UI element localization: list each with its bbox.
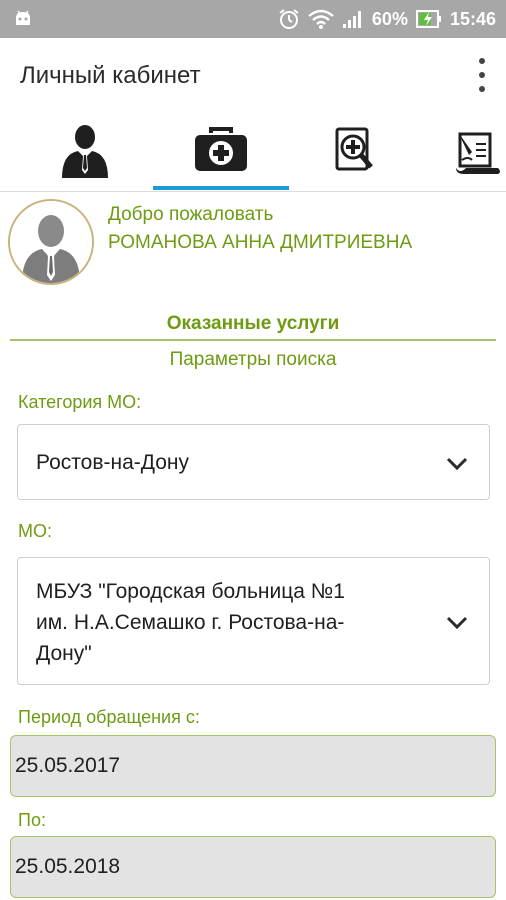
services-title: Оказанные услуги	[166, 313, 340, 334]
mo-value-line-1: МБУЗ "Городская больница №1	[36, 580, 345, 603]
avatar	[8, 199, 94, 285]
battery-charging-icon	[415, 9, 442, 29]
status-bar: 60% 15:46	[0, 0, 506, 38]
medical-case-icon	[193, 126, 249, 178]
welcome-panel: Добро пожаловать РОМАНОВА АННА ДМИТРИЕВН…	[0, 196, 506, 292]
chevron-down-icon	[445, 456, 469, 472]
android-icon	[14, 10, 32, 31]
mo-value-line-2: им. Н.А.Семашко г. Ростова-на-	[36, 611, 345, 634]
category-mo-select[interactable]: Ростов-на-Дону	[17, 424, 490, 500]
section-divider	[10, 339, 496, 341]
medical-search-icon	[333, 127, 377, 178]
app-bar: Личный кабинет	[0, 38, 506, 112]
more-vertical-icon[interactable]	[476, 58, 488, 92]
tab-bar	[0, 112, 506, 192]
category-mo-label: Категория МО:	[18, 392, 142, 412]
user-name: РОМАНОВА АННА ДМИТРИЕВНА	[108, 232, 413, 253]
signal-icon	[342, 9, 364, 29]
battery-percent: 60%	[371, 8, 408, 29]
period-to-label: По:	[18, 810, 46, 830]
mo-select[interactable]: МБУЗ "Городская больница №1 им. Н.А.Сема…	[17, 557, 490, 685]
tab-profile[interactable]	[20, 112, 150, 192]
category-mo-value: Ростов-на-Дону	[36, 451, 189, 474]
period-from-field[interactable]: 25.05.2017	[10, 735, 496, 797]
alarm-icon	[278, 8, 300, 30]
tab-medical-search[interactable]	[290, 112, 420, 192]
tab-selected-indicator	[153, 186, 289, 190]
page-title: Личный кабинет	[20, 62, 201, 89]
tab-documents[interactable]	[414, 112, 506, 192]
period-from-label: Период обращения с:	[18, 707, 200, 727]
wifi-icon	[308, 9, 334, 29]
welcome-greeting: Добро пожаловать	[108, 204, 274, 225]
mo-label: МО:	[18, 521, 52, 541]
period-from-value: 25.05.2017	[15, 754, 121, 777]
person-icon	[58, 122, 112, 183]
mo-value-line-3: Дону"	[36, 642, 92, 665]
search-params-heading: Параметры поиска	[169, 349, 337, 370]
tab-medical[interactable]	[156, 112, 286, 192]
period-to-value: 25.05.2018	[15, 855, 121, 878]
clock-time: 15:46	[449, 8, 496, 29]
document-sign-icon	[454, 126, 504, 179]
period-to-field[interactable]: 25.05.2018	[10, 836, 496, 898]
chevron-down-icon	[445, 615, 469, 631]
